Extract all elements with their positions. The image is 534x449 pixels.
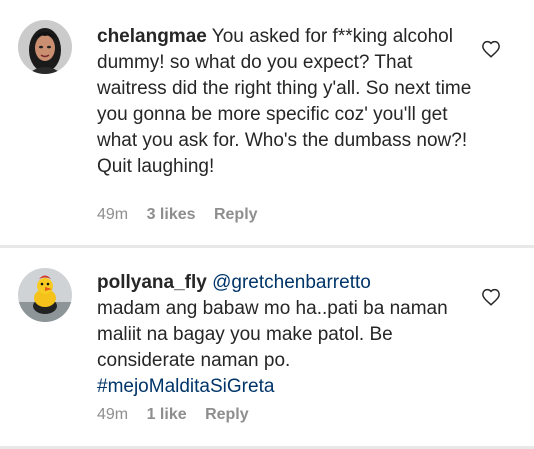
- user-avatar[interactable]: [18, 20, 72, 74]
- comment-meta: 49m 3 likes Reply: [97, 206, 272, 224]
- likes-count-link[interactable]: 3 likes: [147, 206, 196, 223]
- comment-text: pollyana_fly @gretchenbarretto madam ang…: [97, 270, 487, 400]
- like-button[interactable]: [481, 288, 503, 308]
- comment-text: chelangmae You asked for f**king alcohol…: [97, 24, 487, 180]
- heart-outline-icon: [482, 40, 500, 58]
- like-button[interactable]: [481, 40, 503, 60]
- likes-count-link[interactable]: 1 like: [147, 406, 187, 423]
- comment-timestamp: 49m: [97, 206, 129, 223]
- woman-portrait-avatar: [18, 20, 72, 74]
- reply-button[interactable]: Reply: [205, 406, 249, 423]
- mention-link[interactable]: @gretchenbarretto: [212, 272, 371, 293]
- comment-username[interactable]: pollyana_fly: [97, 272, 207, 293]
- comment-item: pollyana_fly @gretchenbarretto madam ang…: [0, 248, 534, 449]
- heart-outline-icon: [482, 288, 500, 306]
- comment-body: You asked for f**king alcohol dummy! so …: [97, 26, 472, 177]
- comment-body: madam ang babaw mo ha..pati ba naman mal…: [97, 298, 448, 371]
- reply-button[interactable]: Reply: [214, 206, 258, 223]
- user-avatar[interactable]: [18, 268, 72, 322]
- comment-item: chelangmae You asked for f**king alcohol…: [0, 0, 534, 245]
- yellow-duck-toy-avatar: [18, 268, 72, 322]
- comment-username[interactable]: chelangmae: [97, 26, 207, 47]
- comment-timestamp: 49m: [97, 406, 129, 423]
- hashtag-link[interactable]: #mejoMalditaSiGreta: [97, 376, 274, 397]
- comment-meta: 49m 1 like Reply: [97, 406, 263, 424]
